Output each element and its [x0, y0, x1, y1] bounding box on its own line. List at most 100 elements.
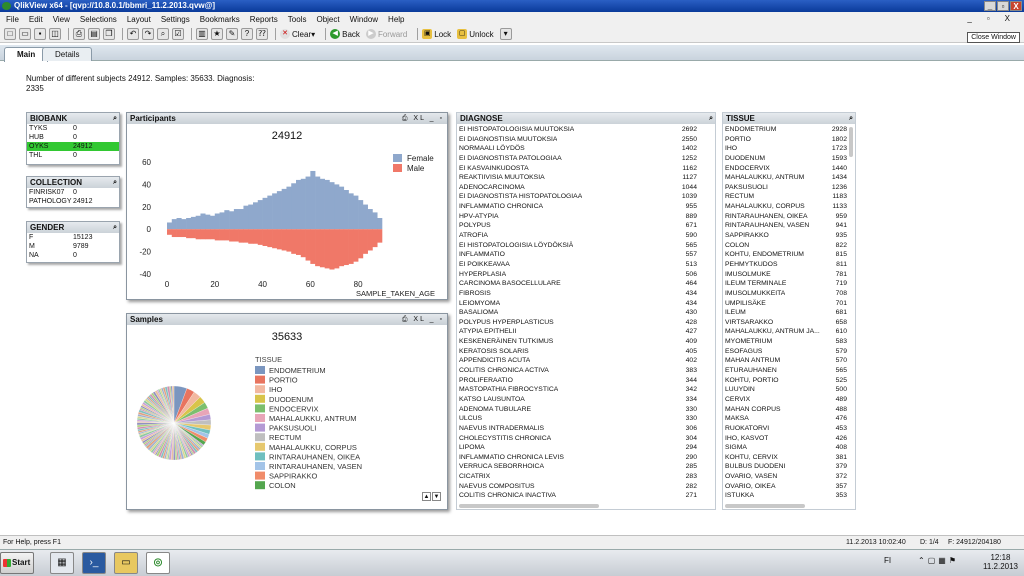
- select-icon[interactable]: ☑: [172, 28, 184, 40]
- list-item[interactable]: PEHMYTKUDOS 811: [725, 260, 847, 270]
- list-item[interactable]: EI DIAGNOSTISTA HISTOPATOLOGIAA 1039: [459, 192, 697, 202]
- list-item[interactable]: COLITIS CHRONICA ACTIVA 383: [459, 366, 697, 376]
- print-icon[interactable]: ⎙: [73, 28, 85, 40]
- list-item[interactable]: M 9789: [27, 242, 119, 251]
- list-item[interactable]: EI HISTOPATOLOGISIA LÖYDÖKSIÄ 565: [459, 241, 697, 251]
- search-icon[interactable]: ⌕: [157, 28, 169, 40]
- list-item[interactable]: CERVIX 489: [725, 395, 847, 405]
- list-item[interactable]: HPV-ATYPIA 889: [459, 212, 697, 222]
- help-icon[interactable]: ?: [241, 28, 253, 40]
- list-item[interactable]: IMUSOLMUKE 781: [725, 270, 847, 280]
- menu-selections[interactable]: Selections: [80, 15, 117, 24]
- toolbar-overflow-icon[interactable]: ▾: [499, 28, 512, 40]
- list-item[interactable]: NAEVUS COMPOSITUS 282: [459, 482, 697, 492]
- doc-restore-button[interactable]: ▫: [987, 12, 990, 26]
- list-item[interactable]: APPENDICITIS ACUTA 402: [459, 356, 697, 366]
- clear-button[interactable]: ✕ Clear ▾: [280, 29, 315, 39]
- horizontal-scrollbar[interactable]: [725, 504, 805, 508]
- list-item[interactable]: MAHAN ANTRUM 570: [725, 356, 847, 366]
- list-item[interactable]: ATYPIA EPITHELII 427: [459, 327, 697, 337]
- list-item[interactable]: KATSO LAUSUNTOA 334: [459, 395, 697, 405]
- list-item[interactable]: ISTUKKA 353: [725, 491, 847, 501]
- list-item[interactable]: THL 0: [27, 151, 119, 160]
- undo-icon[interactable]: ↶: [127, 28, 139, 40]
- open-folder-icon[interactable]: ▭: [19, 28, 31, 40]
- powershell-icon[interactable]: ›_: [82, 552, 106, 574]
- lock-button[interactable]: ▣ Lock: [422, 29, 451, 39]
- unlock-button[interactable]: ▢ Unlock: [457, 29, 494, 39]
- list-item[interactable]: UMPILISÄKE 701: [725, 299, 847, 309]
- menu-reports[interactable]: Reports: [250, 15, 278, 24]
- list-item[interactable]: INFLAMMATIO CHRONICA LEVIS 290: [459, 453, 697, 463]
- menu-help[interactable]: Help: [388, 15, 404, 24]
- list-item[interactable]: NA 0: [27, 251, 119, 260]
- list-item[interactable]: ESOFAGUS 579: [725, 347, 847, 357]
- doc-minimize-button[interactable]: _: [967, 12, 971, 26]
- list-item[interactable]: POLYPUS HYPERPLASTICUS 428: [459, 318, 697, 328]
- list-item[interactable]: IMUSOLMUKKEITA 708: [725, 289, 847, 299]
- list-item[interactable]: VIRTSARAKKO 658: [725, 318, 847, 328]
- language-indicator[interactable]: FI: [884, 556, 891, 565]
- list-item[interactable]: MASTOPATHIA FIBROCYSTICA 342: [459, 385, 697, 395]
- list-item[interactable]: LUUYDIN 500: [725, 385, 847, 395]
- redo-icon[interactable]: ↷: [142, 28, 154, 40]
- close-button[interactable]: X: [1010, 1, 1022, 11]
- system-tray-icons[interactable]: ⌃▢▦⚑: [918, 556, 959, 565]
- list-item[interactable]: POLYPUS 671: [459, 221, 697, 231]
- list-item[interactable]: FIBROSIS 434: [459, 289, 697, 299]
- chevron-down-icon[interactable]: ▾: [311, 30, 315, 39]
- forward-button[interactable]: ▶ Forward: [365, 29, 407, 39]
- tab-details[interactable]: Details: [42, 47, 93, 61]
- list-item[interactable]: ULCUS 330: [459, 414, 697, 424]
- list-item[interactable]: KOHTU, PORTIO 525: [725, 376, 847, 386]
- list-item[interactable]: CARCINOMA BASOCELLULARE 464: [459, 279, 697, 289]
- menu-edit[interactable]: Edit: [29, 15, 43, 24]
- list-item[interactable]: MAKSA 476: [725, 414, 847, 424]
- list-item[interactable]: REAKTIIVISIA MUUTOKSIA 1127: [459, 173, 697, 183]
- back-button[interactable]: ◀ Back: [330, 29, 360, 39]
- list-item[interactable]: LEIOMYOMA 434: [459, 299, 697, 309]
- chart-icon[interactable]: ▥: [196, 28, 208, 40]
- list-item[interactable]: EI POIKKEAVAA 513: [459, 260, 697, 270]
- list-item[interactable]: BULBUS DUODENI 379: [725, 462, 847, 472]
- list-item[interactable]: OVARIO, VASEN 372: [725, 472, 847, 482]
- list-item[interactable]: MYOMETRIUM 583: [725, 337, 847, 347]
- list-item[interactable]: INFLAMMATIO 557: [459, 250, 697, 260]
- search-icon[interactable]: ⌕: [113, 222, 117, 233]
- list-item[interactable]: IHO, KASVOT 426: [725, 434, 847, 444]
- menu-file[interactable]: File: [6, 15, 19, 24]
- horizontal-scrollbar[interactable]: [459, 504, 599, 508]
- qlikview-taskbar-icon[interactable]: ◎: [146, 552, 170, 574]
- list-item[interactable]: ILEUM TERMINALE 719: [725, 279, 847, 289]
- menu-settings[interactable]: Settings: [161, 15, 190, 24]
- list-item[interactable]: COLON 822: [725, 241, 847, 251]
- list-item[interactable]: INFLAMMATIO CHRONICA 955: [459, 202, 697, 212]
- list-item[interactable]: KOHTU, ENDOMETRIUM 815: [725, 250, 847, 260]
- menu-window[interactable]: Window: [350, 15, 378, 24]
- list-item[interactable]: RINTARAUHANEN, VASEN 941: [725, 221, 847, 231]
- list-item[interactable]: RUOKATORVI 453: [725, 424, 847, 434]
- list-item[interactable]: RINTARAUHANEN, OIKEA 959: [725, 212, 847, 222]
- list-item[interactable]: COLITIS CHRONICA INACTIVA 271: [459, 491, 697, 501]
- list-item[interactable]: KESKENERÄINEN TUTKIMUS 409: [459, 337, 697, 347]
- explorer-folder-icon[interactable]: ▭: [114, 552, 138, 574]
- list-item[interactable]: PAKSUSUOLI 1236: [725, 183, 847, 193]
- edit-icon[interactable]: ✎: [226, 28, 238, 40]
- list-item[interactable]: DUODENUM 1593: [725, 154, 847, 164]
- list-item[interactable]: ADENOCARCINOMA 1044: [459, 183, 697, 193]
- list-item[interactable]: MAHALAUKKU, ANTRUM JA... 610: [725, 327, 847, 337]
- search-icon[interactable]: ⌕: [709, 113, 713, 124]
- list-item[interactable]: BASALIOMA 430: [459, 308, 697, 318]
- list-item[interactable]: ETURAUHANEN 565: [725, 366, 847, 376]
- list-item[interactable]: NORMAALI LÖYDÖS 1402: [459, 144, 697, 154]
- chart-controls[interactable]: ⎙ XL _ ▫: [402, 113, 444, 124]
- context-help-icon[interactable]: ⁇: [256, 28, 268, 40]
- list-item[interactable]: IHO 1723: [725, 144, 847, 154]
- doc-close-button[interactable]: X: [1005, 12, 1010, 26]
- bookmark-star-icon[interactable]: ★: [211, 28, 223, 40]
- list-item-selected[interactable]: OYKS 24912: [27, 142, 119, 151]
- list-item[interactable]: F 15123: [27, 233, 119, 242]
- search-icon[interactable]: ⌕: [113, 177, 117, 188]
- save-icon[interactable]: ▪: [34, 28, 46, 40]
- list-item[interactable]: ADENOMA TUBULARE 330: [459, 405, 697, 415]
